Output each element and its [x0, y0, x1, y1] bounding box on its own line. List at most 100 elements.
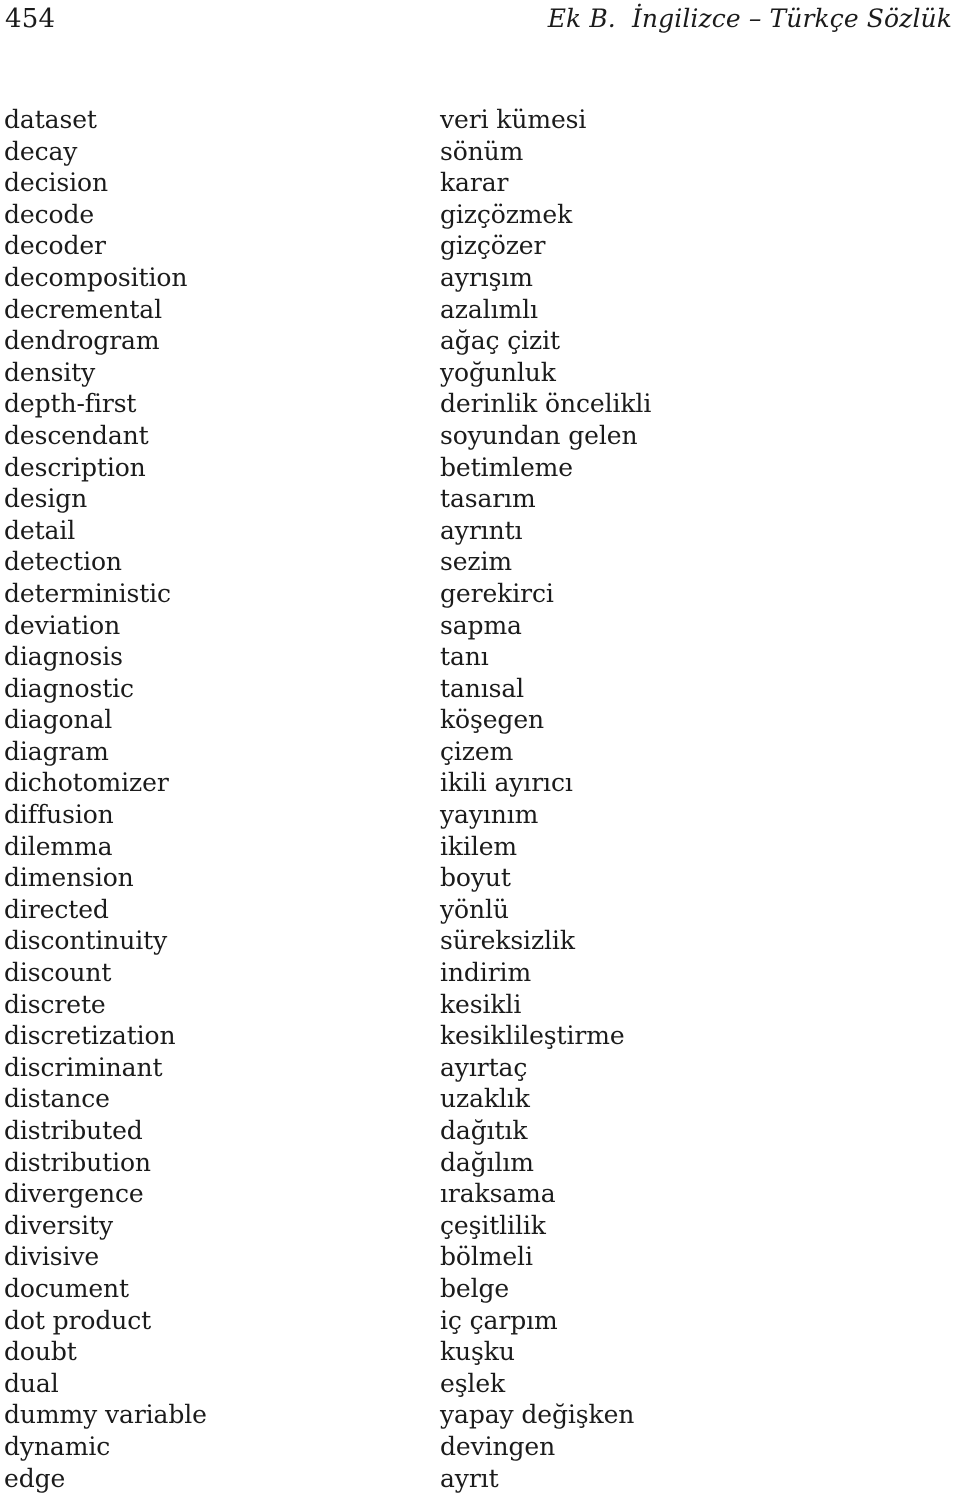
entry-term: diagnostic — [4, 673, 134, 703]
entry-translation: ayrıntı — [440, 515, 523, 545]
entry-translation: yoğunluk — [440, 357, 556, 387]
entry-term: dendrogram — [4, 326, 160, 356]
entry-term: doubt — [4, 1337, 77, 1367]
entry-translation: yapay değişken — [440, 1400, 635, 1430]
entry-translation: ıraksama — [440, 1179, 556, 1209]
entry-term: diversity — [4, 1210, 113, 1240]
glossary-entry-row: dummy variable yapay değişken — [0, 1399, 960, 1431]
glossary-entry-list: dataset veri kümesi decay sönüm decision kara… — [0, 104, 960, 1494]
entry-translation: gizçözmek — [440, 199, 573, 229]
entry-translation: soyundan gelen — [440, 420, 638, 450]
glossary-entry-row: depth-first derinlik öncelikli — [0, 388, 960, 420]
glossary-entry-row: dot product iç çarpım — [0, 1305, 960, 1337]
entry-translation: sapma — [440, 610, 522, 640]
glossary-entry-row: discriminant ayırtaç — [0, 1052, 960, 1084]
glossary-entry-row: diversity çeşitlilik — [0, 1210, 960, 1242]
entry-term: distance — [4, 1084, 110, 1114]
glossary-entry-row: doubt kuşku — [0, 1336, 960, 1368]
entry-translation: dağıtık — [440, 1116, 528, 1145]
entry-term: decremental — [4, 294, 162, 324]
entry-translation: betimleme — [440, 452, 573, 482]
glossary-entry-row: distance uzaklık — [0, 1083, 960, 1115]
glossary-entry-row: dimension boyut — [0, 862, 960, 894]
glossary-entry-row: divergence ıraksama — [0, 1178, 960, 1210]
glossary-entry-row: discrete kesikli — [0, 989, 960, 1021]
glossary-entry-row: distributed dağıtık — [0, 1115, 960, 1147]
glossary-entry-row: decode gizçözmek — [0, 199, 960, 231]
entry-translation: bölmeli — [440, 1242, 533, 1272]
entry-translation: indirim — [440, 958, 532, 988]
glossary-entry-row: dual eşlek — [0, 1368, 960, 1400]
glossary-entry-row: dataset veri kümesi — [0, 104, 960, 136]
entry-translation: ikili ayırıcı — [440, 768, 573, 798]
entry-translation: tanısal — [440, 673, 525, 703]
glossary-entry-row: discretization kesiklileştirme — [0, 1020, 960, 1052]
entry-term: dimension — [4, 863, 134, 893]
entry-translation: yönlü — [440, 894, 509, 924]
entry-translation: dağılım — [440, 1147, 534, 1177]
entry-translation: ağaç çizit — [440, 326, 560, 356]
entry-translation: ayırtaç — [440, 1052, 528, 1082]
running-head-title: Ek B. İngilizce – Türkçe Sözlük — [547, 4, 952, 33]
entry-translation: belge — [440, 1273, 510, 1303]
entry-translation: ayrıt — [440, 1463, 499, 1493]
entry-term: dataset — [4, 105, 97, 134]
glossary-entry-row: density yoğunluk — [0, 357, 960, 389]
entry-translation: yayınım — [440, 800, 539, 830]
entry-term: decoder — [4, 231, 106, 261]
entry-translation: uzaklık — [440, 1084, 530, 1114]
entry-term: dynamic — [4, 1431, 111, 1461]
glossary-entry-row: dichotomizer ikili ayırıcı — [0, 767, 960, 799]
entry-term: discount — [4, 958, 112, 988]
glossary-entry-row: detail ayrıntı — [0, 515, 960, 547]
entry-term: detection — [4, 547, 122, 577]
glossary-entry-row: directed yönlü — [0, 894, 960, 926]
glossary-entry-row: dynamic devingen — [0, 1431, 960, 1463]
entry-translation: eşlek — [440, 1368, 506, 1398]
glossary-entry-row: distribution dağılım — [0, 1147, 960, 1179]
entry-term: detail — [4, 515, 76, 545]
glossary-entry-row: decomposition ayrışım — [0, 262, 960, 294]
glossary-entry-row: divisive bölmeli — [0, 1241, 960, 1273]
glossary-entry-row: discontinuity süreksizlik — [0, 925, 960, 957]
entry-translation: gizçözer — [440, 231, 546, 261]
entry-term: document — [4, 1273, 130, 1303]
entry-term: decay — [4, 136, 78, 166]
glossary-entry-row: diagnosis tanı — [0, 641, 960, 673]
entry-term: discriminant — [4, 1052, 163, 1082]
entry-translation: gerekirci — [440, 578, 554, 608]
entry-translation: tasarım — [440, 484, 536, 514]
entry-term: discontinuity — [4, 926, 168, 956]
entry-term: descendant — [4, 420, 149, 450]
entry-translation: ayrışım — [440, 262, 533, 292]
entry-translation: kesikli — [440, 989, 522, 1019]
entry-term: diagram — [4, 736, 109, 766]
entry-translation: sezim — [440, 547, 512, 577]
entry-term: distribution — [4, 1147, 151, 1177]
entry-term: diagnosis — [4, 642, 123, 672]
glossary-entry-row: detection sezim — [0, 546, 960, 578]
glossary-entry-row: design tasarım — [0, 483, 960, 515]
entry-term: dummy variable — [4, 1400, 207, 1430]
entry-term: design — [4, 484, 88, 514]
entry-term: discrete — [4, 989, 106, 1019]
glossary-entry-row: dendrogram ağaç çizit — [0, 325, 960, 357]
glossary-entry-row: descendant soyundan gelen — [0, 420, 960, 452]
glossary-entry-row: decremental azalımlı — [0, 294, 960, 326]
entry-term: edge — [4, 1463, 66, 1493]
entry-term: deterministic — [4, 578, 171, 608]
entry-translation: tanı — [440, 642, 489, 672]
entry-translation: devingen — [440, 1431, 556, 1461]
entry-translation: iç çarpım — [440, 1305, 558, 1335]
entry-term: dilemma — [4, 831, 113, 861]
entry-term: description — [4, 452, 146, 482]
entry-term: decode — [4, 199, 95, 229]
entry-term: directed — [4, 894, 109, 924]
glossary-entry-row: document belge — [0, 1273, 960, 1305]
glossary-entry-row: dilemma ikilem — [0, 831, 960, 863]
entry-translation: ikilem — [440, 831, 518, 861]
entry-translation: kesiklileştirme — [440, 1021, 625, 1051]
glossary-entry-row: description betimleme — [0, 452, 960, 484]
glossary-entry-row: decay sönüm — [0, 136, 960, 168]
entry-translation: sönüm — [440, 136, 524, 166]
